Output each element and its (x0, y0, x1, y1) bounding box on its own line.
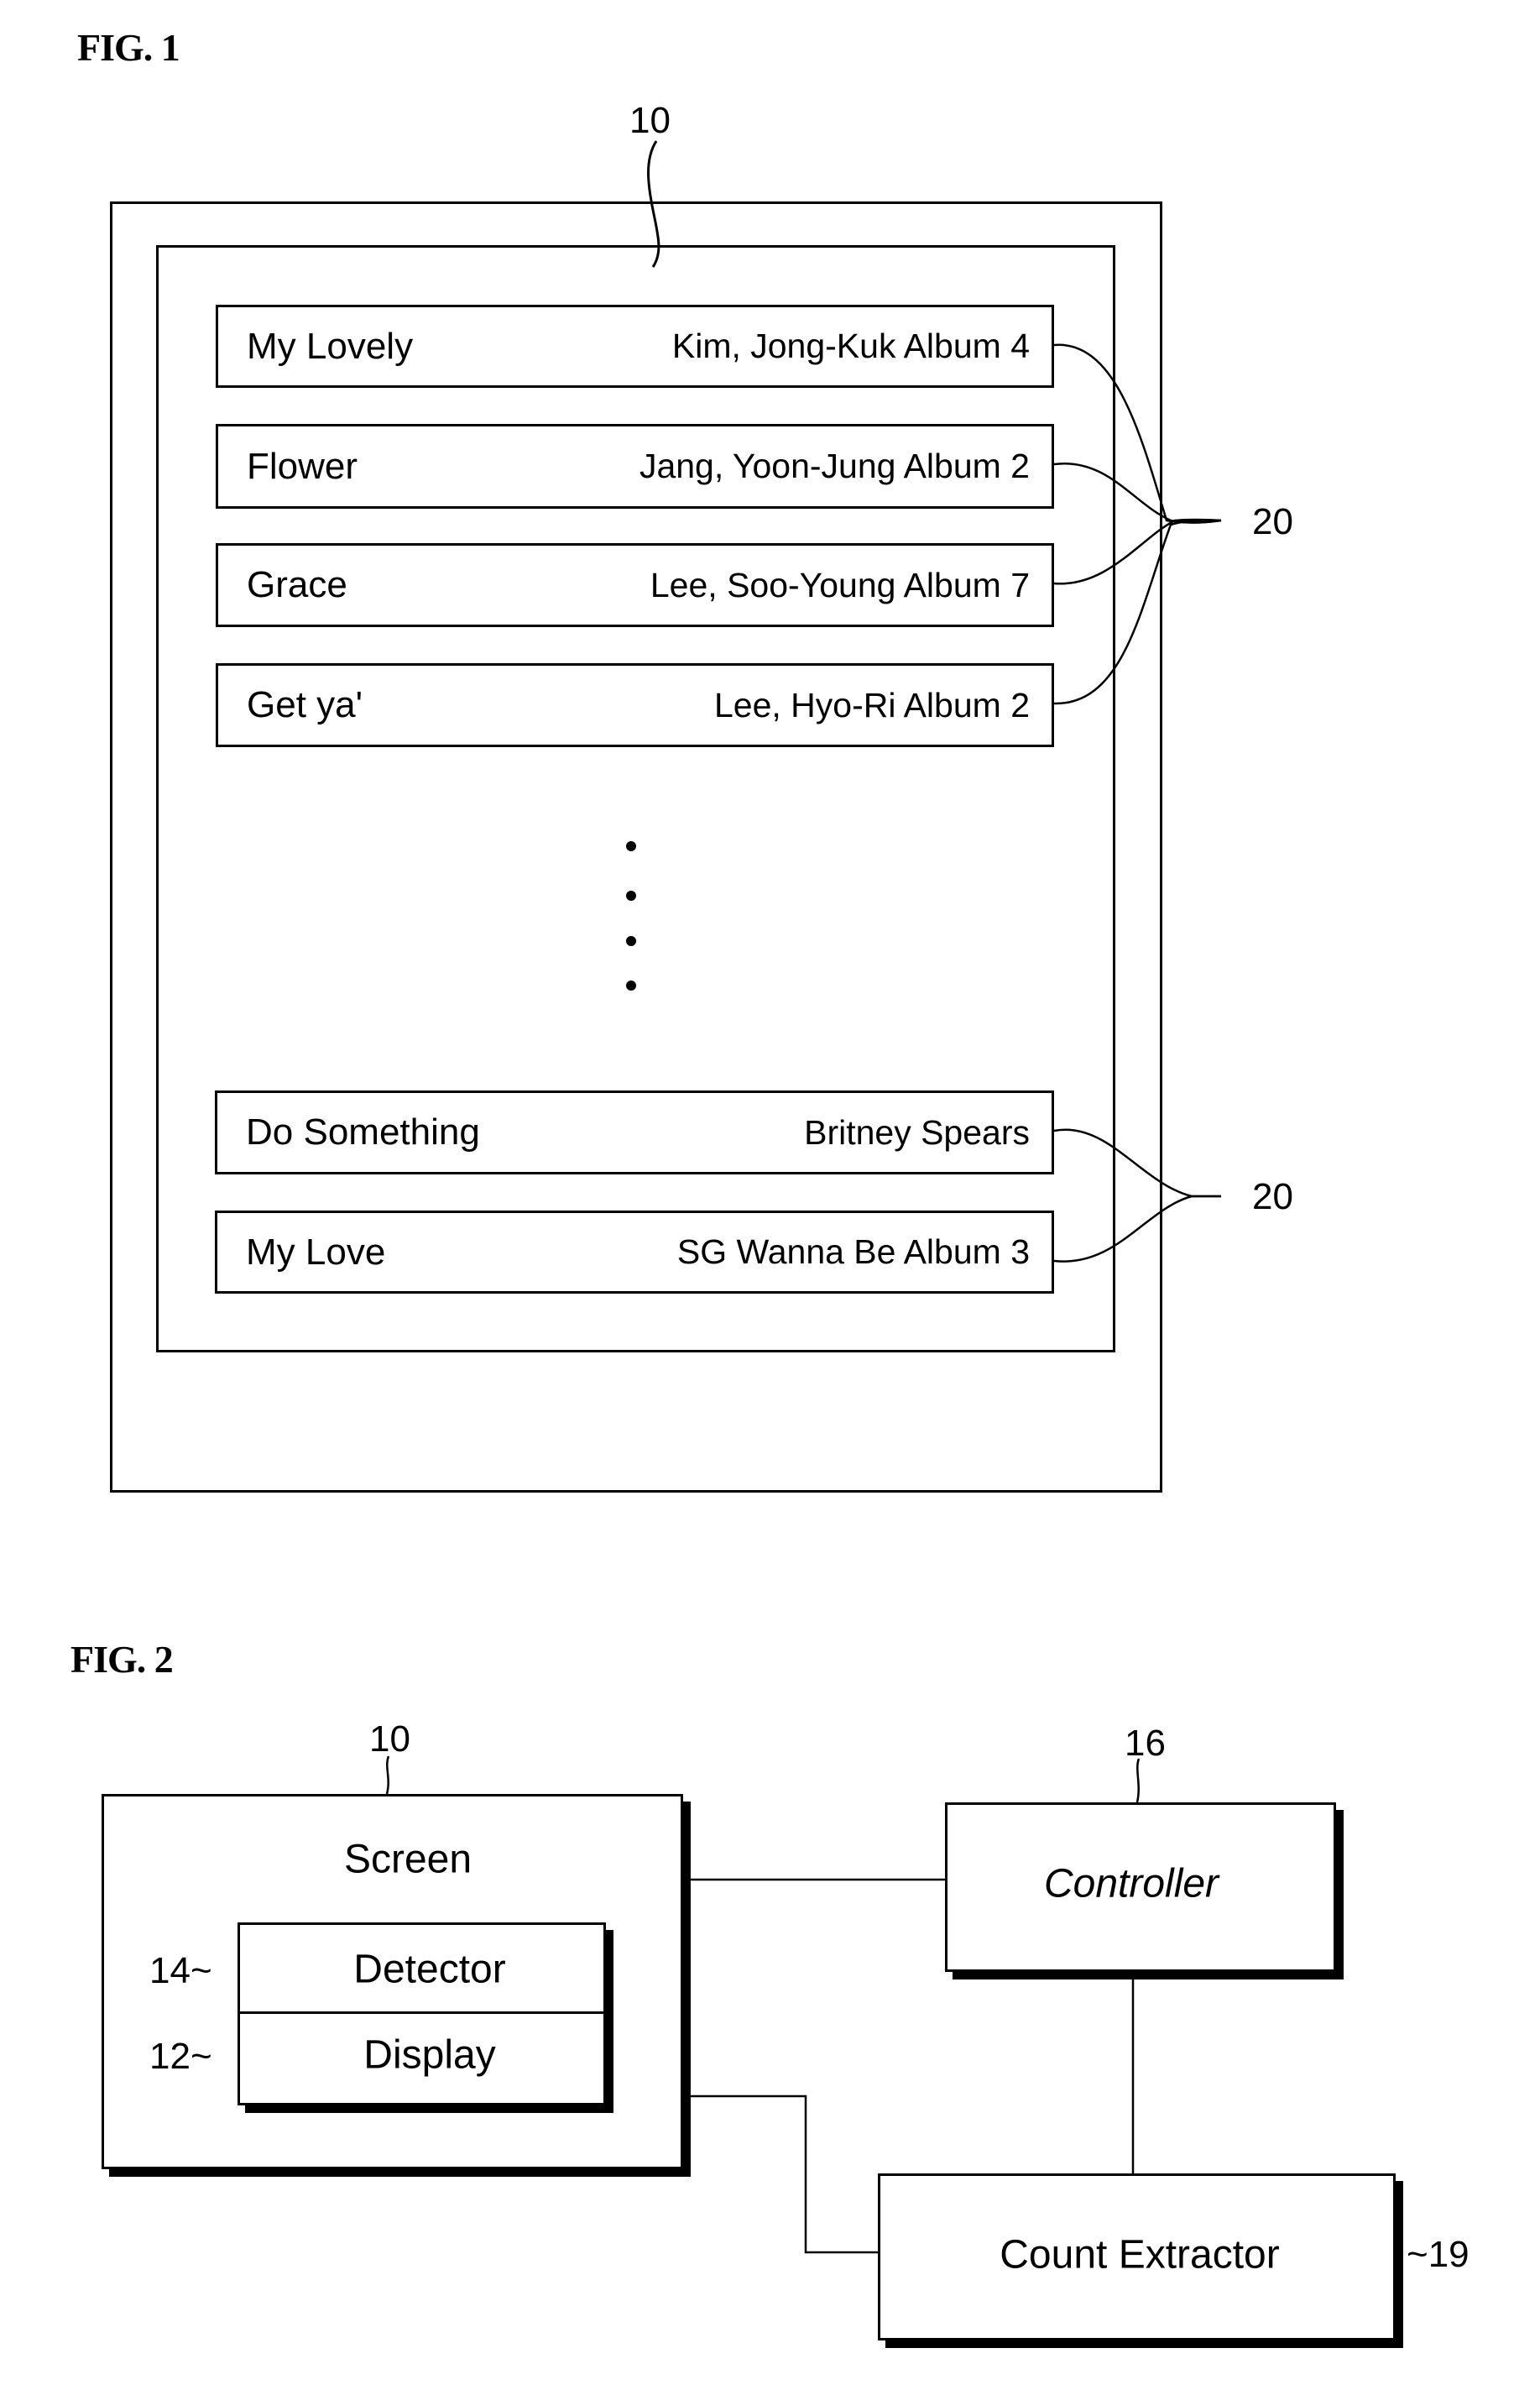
fig1-item-ref-top: 20 (1252, 501, 1293, 542)
list-item[interactable]: Flower Jang, Yoon-Jung Album 2 (216, 424, 1054, 509)
list-item[interactable]: My Love SG Wanna Be Album 3 (215, 1211, 1054, 1294)
song-artist: Britney Spears (804, 1112, 1030, 1152)
song-title: Flower (247, 445, 358, 487)
song-title: Grace (247, 564, 347, 605)
list-item[interactable]: Do Something Britney Spears (215, 1090, 1054, 1174)
controller-label: Controller (1043, 1861, 1219, 1906)
fig1-screen-ref: 10 (629, 100, 671, 141)
song-title: My Love (246, 1231, 386, 1273)
song-title: Get ya' (247, 684, 363, 725)
controller-ref: 16 (1125, 1723, 1166, 1764)
screen-label: Screen (343, 1837, 472, 1882)
list-item[interactable]: My Lovely Kim, Jong-Kuk Album 4 (216, 305, 1054, 388)
fig1-title: FIG. 1 (77, 26, 180, 69)
screen-ref-leader (385, 1755, 390, 1795)
detector-ref: 14~ (149, 1950, 212, 1991)
ellipsis-dot (626, 841, 636, 851)
screen-ref: 10 (369, 1718, 410, 1760)
ellipsis-dot (626, 891, 636, 901)
song-artist: SG Wanna Be Album 3 (676, 1232, 1030, 1271)
song-artist: Lee, Soo-Young Album 7 (650, 565, 1030, 604)
list-item[interactable]: Grace Lee, Soo-Young Album 7 (216, 543, 1054, 627)
list-item[interactable]: Get ya' Lee, Hyo-Ri Album 2 (216, 663, 1054, 747)
controller-ref-leader (1135, 1758, 1141, 1803)
song-artist: Jang, Yoon-Jung Album 2 (639, 447, 1030, 485)
screen-extractor-line (691, 2095, 878, 2254)
detector-label: Detector (353, 1947, 506, 1992)
song-artist: Kim, Jong-Kuk Album 4 (671, 327, 1030, 365)
song-title: Do Something (246, 1111, 480, 1153)
count-extractor-label: Count Extractor (1000, 2232, 1280, 2278)
ellipsis-dot (626, 936, 636, 946)
count-extractor-ref: ~19 (1407, 2234, 1470, 2275)
display-label: Display (363, 2032, 496, 2078)
display-ref: 12~ (149, 2036, 212, 2077)
fig2-title: FIG. 2 (70, 1638, 174, 1681)
fig1-item-ref-bottom: 20 (1252, 1176, 1293, 1217)
ellipsis-dot (626, 981, 636, 991)
detector-display-divider (240, 2011, 603, 2014)
song-title: My Lovely (247, 325, 414, 367)
screen-display-area (156, 245, 1115, 1352)
song-artist: Lee, Hyo-Ri Album 2 (713, 685, 1030, 724)
